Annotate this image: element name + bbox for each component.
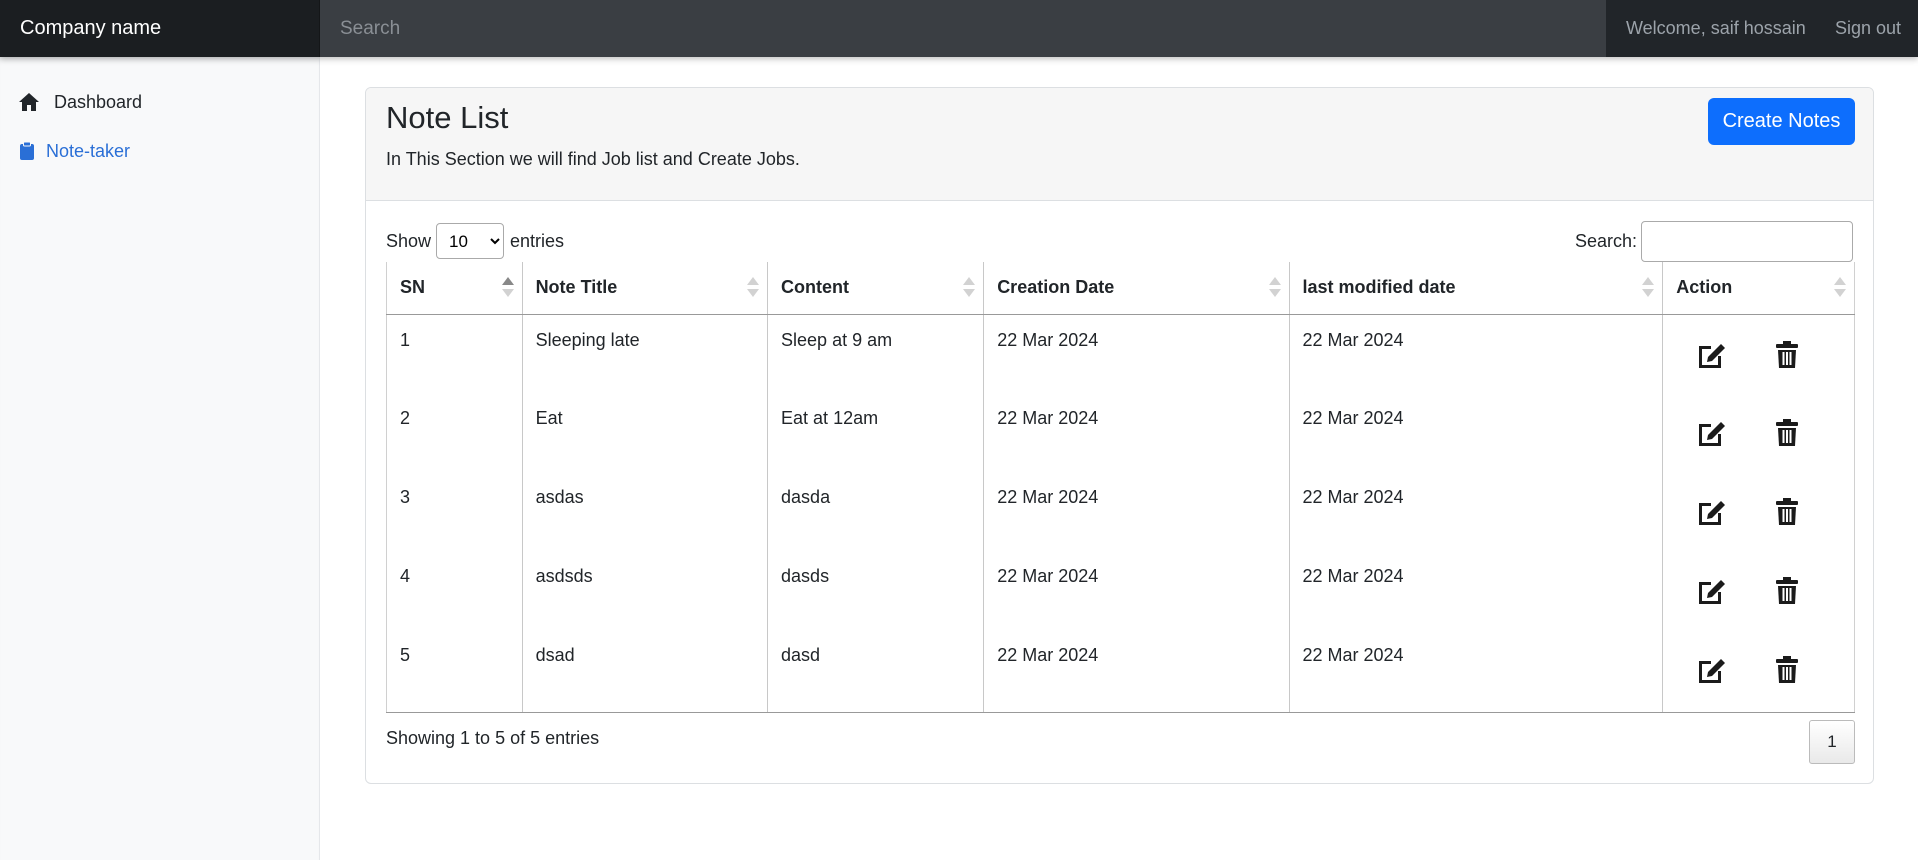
cell-actions xyxy=(1662,393,1855,472)
cell-creation-date: 22 Mar 2024 xyxy=(983,630,1289,713)
table-row: 1 Sleeping late Sleep at 9 am 22 Mar 2024 22… xyxy=(386,314,1855,393)
cell-content: dasds xyxy=(767,551,984,630)
cell-sn: 4 xyxy=(386,551,523,630)
column-header-creation-date[interactable]: Creation Date xyxy=(983,262,1289,315)
sidebar-item-label: Dashboard xyxy=(54,91,143,112)
sidebar-item-label: Note-taker xyxy=(46,140,131,161)
cell-actions xyxy=(1662,630,1855,713)
cell-last-modified: 22 Mar 2024 xyxy=(1288,630,1663,713)
create-notes-button[interactable]: Create Notes xyxy=(1708,98,1855,145)
entries-label: entries xyxy=(510,230,565,251)
brand-name[interactable]: Company name xyxy=(0,0,320,57)
clipboard-icon xyxy=(18,140,36,162)
cell-content: dasda xyxy=(767,472,984,551)
cell-sn: 1 xyxy=(386,314,523,393)
cell-creation-date: 22 Mar 2024 xyxy=(983,472,1289,551)
sort-icon xyxy=(1834,277,1846,299)
note-list-card: Note List In This Section we will find J… xyxy=(365,87,1874,784)
user-nav: Welcome, saif hossain Sign out xyxy=(1606,0,1918,57)
cell-note-title: dsad xyxy=(521,630,768,713)
trash-icon[interactable] xyxy=(1769,496,1805,528)
sidebar: Dashboard Note-taker xyxy=(0,57,320,860)
cell-content: Sleep at 9 am xyxy=(767,314,984,393)
column-header-last-modified[interactable]: last modified date xyxy=(1288,262,1663,315)
cell-creation-date: 22 Mar 2024 xyxy=(983,551,1289,630)
show-label: Show xyxy=(386,230,432,251)
edit-icon[interactable] xyxy=(1693,417,1729,449)
pagination-page-1[interactable]: 1 xyxy=(1809,720,1855,764)
sort-asc-icon xyxy=(501,277,514,299)
cell-sn: 3 xyxy=(386,472,523,551)
edit-icon[interactable] xyxy=(1693,496,1729,528)
sort-icon xyxy=(1642,277,1655,299)
cell-note-title: Sleeping late xyxy=(521,314,768,393)
cell-actions xyxy=(1662,551,1855,630)
cell-content: Eat at 12am xyxy=(767,393,984,472)
cell-sn: 2 xyxy=(386,393,523,472)
column-header-action[interactable]: Action xyxy=(1662,262,1855,315)
home-icon xyxy=(18,91,40,113)
trash-icon[interactable] xyxy=(1769,654,1805,686)
trash-icon[interactable] xyxy=(1769,339,1805,371)
column-header-sn[interactable]: SN xyxy=(386,262,523,315)
table-header-row: SN Note Title Content Creation Date last… xyxy=(386,262,1855,315)
global-search-input[interactable] xyxy=(320,0,1606,57)
welcome-text: Welcome, saif hossain xyxy=(1626,18,1806,38)
trash-icon[interactable] xyxy=(1769,417,1805,449)
sidebar-item-note-taker[interactable]: Note-taker xyxy=(18,136,130,166)
cell-last-modified: 22 Mar 2024 xyxy=(1288,551,1663,630)
card-header: Note List In This Section we will find J… xyxy=(366,88,1873,201)
cell-creation-date: 22 Mar 2024 xyxy=(983,314,1289,393)
cell-creation-date: 22 Mar 2024 xyxy=(983,393,1289,472)
cell-actions xyxy=(1662,472,1855,551)
cell-note-title: Eat xyxy=(521,393,768,472)
sign-out-link[interactable]: Sign out xyxy=(1835,0,1901,57)
edit-icon[interactable] xyxy=(1693,339,1729,371)
edit-icon[interactable] xyxy=(1693,575,1729,607)
table-search-input[interactable] xyxy=(1641,221,1853,262)
table-row: 3 asdas dasda 22 Mar 2024 22 Mar 2024 xyxy=(386,472,1855,551)
column-header-content[interactable]: Content xyxy=(767,262,984,315)
table-filter: Search: xyxy=(1575,221,1853,262)
edit-icon[interactable] xyxy=(1693,654,1729,686)
column-header-note-title[interactable]: Note Title xyxy=(521,262,768,315)
cell-last-modified: 22 Mar 2024 xyxy=(1288,314,1663,393)
cell-last-modified: 22 Mar 2024 xyxy=(1288,393,1663,472)
sort-icon xyxy=(963,277,976,299)
cell-content: dasd xyxy=(767,630,984,713)
cell-actions xyxy=(1662,314,1855,393)
trash-icon[interactable] xyxy=(1769,575,1805,607)
sort-icon xyxy=(1268,277,1281,299)
cell-last-modified: 22 Mar 2024 xyxy=(1288,472,1663,551)
page-title: Note List xyxy=(386,100,509,135)
search-label: Search: xyxy=(1574,231,1637,251)
cell-sn: 5 xyxy=(386,630,523,713)
table-row: 4 asdsds dasds 22 Mar 2024 22 Mar 2024 xyxy=(386,551,1855,630)
table-info: Showing 1 to 5 of 5 entries xyxy=(386,728,600,748)
sidebar-item-dashboard[interactable]: Dashboard xyxy=(18,87,142,117)
table-row: 5 dsad dasd 22 Mar 2024 22 Mar 2024 xyxy=(386,630,1855,713)
page-length-control: Show 10 entries xyxy=(386,223,564,259)
sort-icon xyxy=(747,277,760,299)
top-navbar: Company name Welcome, saif hossain Sign … xyxy=(0,0,1918,57)
notes-table: SN Note Title Content Creation Date last… xyxy=(386,262,1855,713)
page-length-select[interactable]: 10 xyxy=(436,223,505,259)
table-row: 2 Eat Eat at 12am 22 Mar 2024 22 Mar 2024 xyxy=(386,393,1855,472)
cell-note-title: asdas xyxy=(521,472,768,551)
cell-note-title: asdsds xyxy=(521,551,768,630)
page-subtitle: In This Section we will find Job list an… xyxy=(386,149,800,169)
